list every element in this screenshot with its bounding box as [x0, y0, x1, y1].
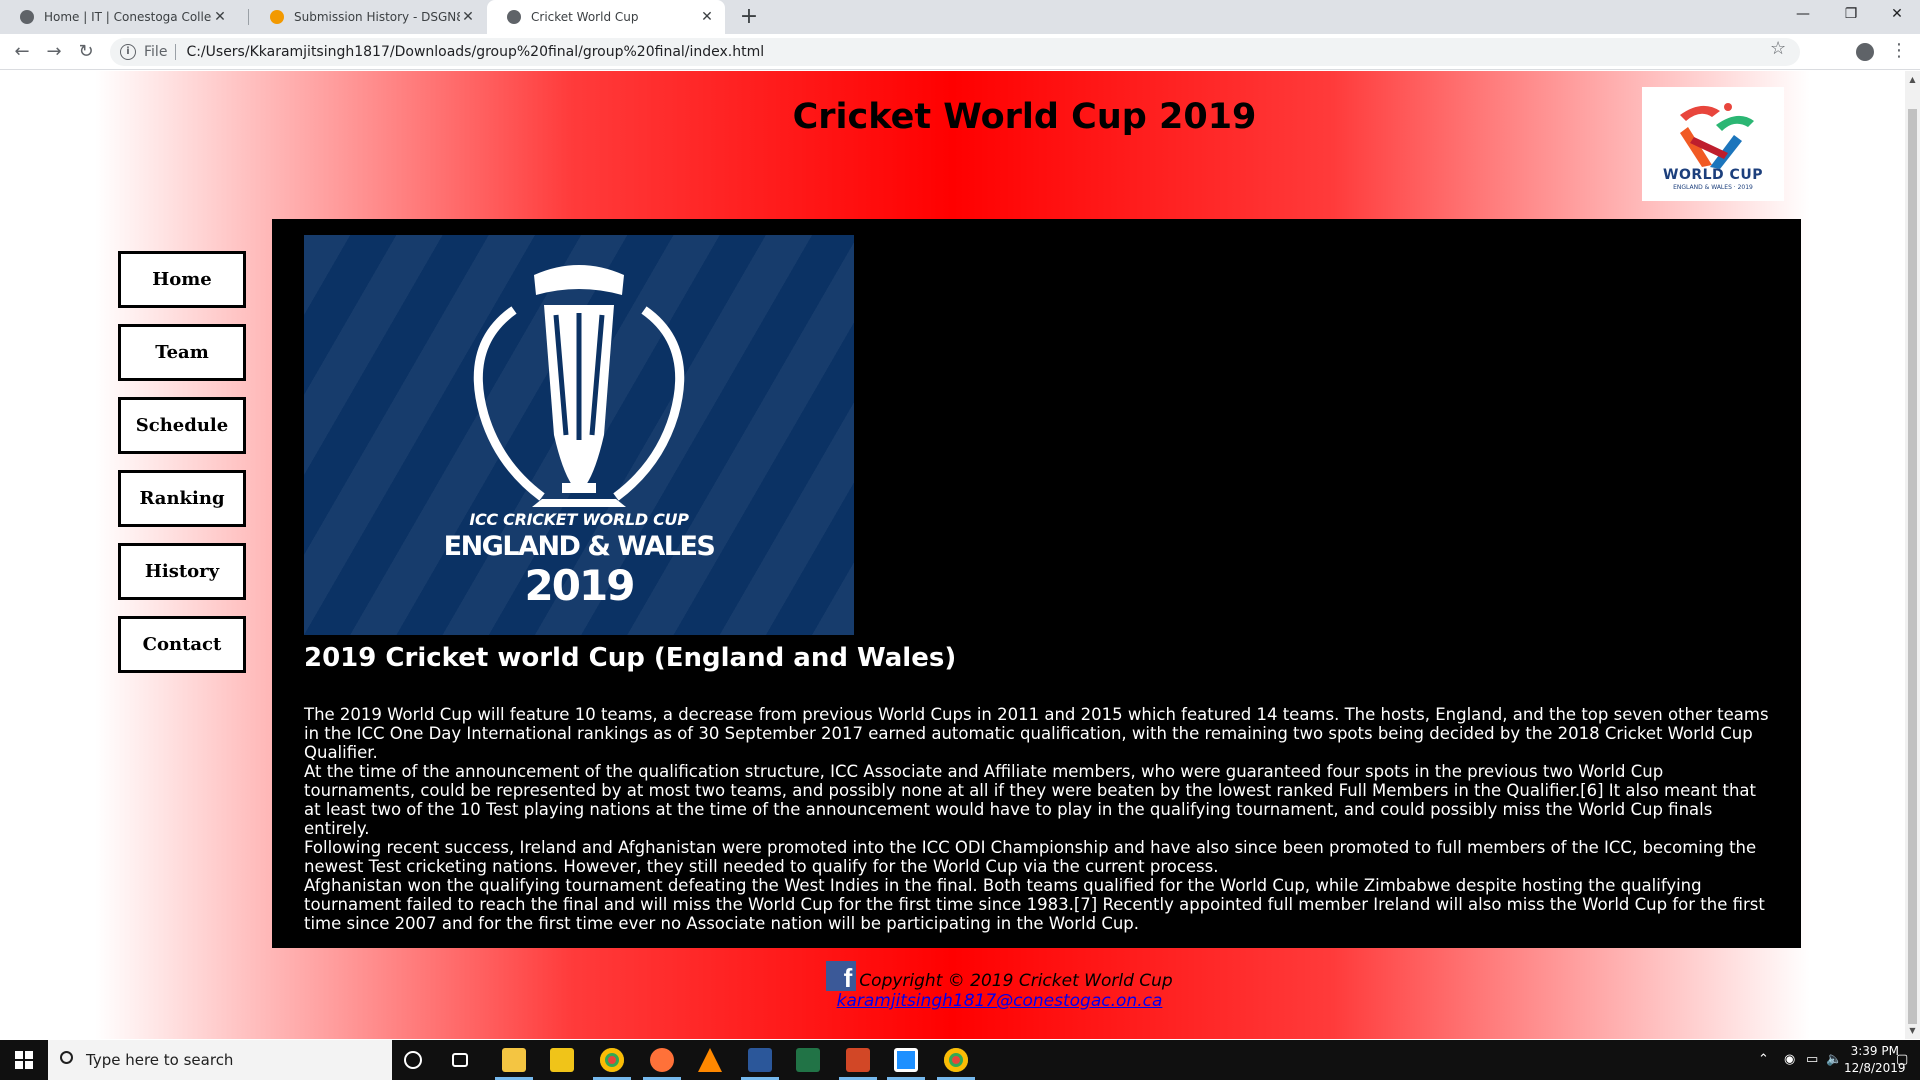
main-content: ICC CRICKET WORLD CUP ENGLAND & WALES 20… — [272, 219, 1801, 948]
paragraph: Afghanistan won the qualifying tournamen… — [304, 876, 1765, 933]
search-placeholder: Type here to search — [86, 1051, 234, 1069]
windows-logo-icon — [15, 1051, 33, 1069]
word-icon[interactable] — [748, 1048, 772, 1072]
copyright-text: Copyright © 2019 Cricket World Cup — [859, 971, 1173, 991]
bookmark-star-icon[interactable]: ☆ — [1770, 38, 1786, 59]
firefox-icon[interactable] — [650, 1048, 674, 1072]
reload-icon[interactable]: ↻ — [74, 40, 98, 64]
page-viewport: Cricket World Cup 2019 WORLD CUP ENGLAND… — [0, 71, 1905, 1039]
hero-caption-year: 2019 — [524, 561, 636, 610]
contact-email-link[interactable]: karamjitsingh1817@conestogac.on.ca — [837, 991, 1163, 1011]
browser-toolbar: ← → ↻ i File C:/Users/Kkaramjitsingh1817… — [0, 34, 1920, 70]
scroll-down-icon[interactable]: ▼ — [1908, 1026, 1917, 1035]
chrome-icon[interactable] — [944, 1048, 968, 1072]
paragraph: The 2019 World Cup will feature 10 teams… — [304, 705, 1769, 762]
new-tab-button[interactable]: + — [736, 4, 762, 29]
page-title: Cricket World Cup 2019 — [792, 97, 1257, 137]
sticky-notes-icon[interactable] — [550, 1048, 574, 1072]
paragraph: At the time of the announcement of the q… — [304, 762, 1757, 838]
tab-title: Submission History - DSGN8230 — [294, 10, 460, 24]
content-body: The 2019 World Cup will feature 10 teams… — [304, 705, 1774, 933]
globe-icon — [20, 10, 34, 24]
scrollbar-thumb[interactable] — [1908, 109, 1917, 1024]
chrome-icon[interactable] — [600, 1048, 624, 1072]
hero-caption-line1: ICC CRICKET WORLD CUP — [469, 510, 689, 529]
address-bar[interactable]: i File C:/Users/Kkaramjitsingh1817/Downl… — [110, 38, 1800, 66]
divider — [175, 44, 177, 60]
minimize-icon[interactable]: — — [1780, 0, 1826, 30]
nav-home-button[interactable]: Home — [118, 251, 246, 308]
info-icon[interactable]: i — [120, 44, 136, 60]
close-icon[interactable]: ✕ — [699, 9, 715, 25]
app-icon[interactable] — [894, 1048, 918, 1072]
cortana-icon[interactable] — [404, 1051, 422, 1069]
vlc-icon[interactable] — [698, 1048, 722, 1072]
address-scheme: File — [144, 44, 168, 60]
logo-text: WORLD CUP — [1663, 167, 1763, 183]
search-icon — [60, 1051, 73, 1064]
close-window-icon[interactable]: ✕ — [1874, 0, 1920, 30]
tray-chevron-icon[interactable]: ⌃ — [1758, 1040, 1769, 1080]
tray-app-icon[interactable]: ◉ — [1784, 1040, 1795, 1080]
nav-schedule-button[interactable]: Schedule — [118, 397, 246, 454]
nav-contact-button[interactable]: Contact — [118, 616, 246, 673]
content-heading: 2019 Cricket world Cup (England and Wale… — [304, 643, 957, 673]
notifications-icon[interactable]: ▢ — [1896, 1040, 1908, 1080]
footer-copyright-line: f Copyright © 2019 Cricket World Cup — [826, 961, 1173, 993]
tab-submission-history[interactable]: Submission History - DSGN8230 ✕ — [250, 0, 486, 34]
page-footer: f Copyright © 2019 Cricket World Cup kar… — [47, 961, 1905, 1011]
profile-avatar-icon[interactable] — [1856, 43, 1874, 61]
hero-caption-line2: ENGLAND & WALES — [443, 531, 716, 562]
page-scrollbar[interactable]: ▲ ▼ — [1905, 71, 1920, 1039]
windows-taskbar: Type here to search ⌃ ◉ ▭ 🔈 3:39 PM 12/8… — [0, 1040, 1920, 1080]
url-text[interactable]: C:/Users/Kkaramjitsingh1817/Downloads/gr… — [186, 44, 764, 60]
world-cup-logo: WORLD CUP ENGLAND & WALES · 2019 — [1642, 87, 1784, 201]
start-button[interactable] — [0, 1040, 48, 1080]
brightspace-icon — [270, 10, 284, 24]
taskbar-search-box[interactable]: Type here to search — [48, 1040, 392, 1080]
network-icon[interactable]: ▭ — [1806, 1040, 1818, 1080]
restore-icon[interactable]: ❐ — [1828, 0, 1874, 30]
facebook-icon[interactable]: f — [826, 961, 857, 993]
close-icon[interactable]: ✕ — [212, 9, 228, 25]
excel-icon[interactable] — [796, 1048, 820, 1072]
logo-subtext: ENGLAND & WALES · 2019 — [1673, 184, 1753, 191]
close-icon[interactable]: ✕ — [460, 9, 476, 25]
tab-cricket-world-cup[interactable]: Cricket World Cup ✕ — [487, 0, 725, 34]
forward-icon[interactable]: → — [42, 40, 66, 64]
hero-image: ICC CRICKET WORLD CUP ENGLAND & WALES 20… — [304, 235, 854, 635]
volume-icon[interactable]: 🔈 — [1826, 1040, 1842, 1080]
task-view-icon[interactable] — [452, 1053, 468, 1067]
side-navigation: Home Team Schedule Ranking History Conta… — [118, 251, 246, 689]
tab-title: Home | IT | Conestoga College — [44, 10, 212, 24]
scroll-up-icon[interactable]: ▲ — [1908, 75, 1917, 84]
globe-icon — [507, 10, 521, 24]
file-explorer-icon[interactable] — [502, 1048, 526, 1072]
tab-strip: Home | IT | Conestoga College ✕ Submissi… — [0, 0, 1920, 34]
tab-conestoga[interactable]: Home | IT | Conestoga College ✕ — [0, 0, 238, 34]
menu-kebab-icon[interactable]: ⋮ — [1890, 40, 1908, 61]
powerpoint-icon[interactable] — [846, 1048, 870, 1072]
tab-title: Cricket World Cup — [531, 10, 639, 24]
nav-ranking-button[interactable]: Ranking — [118, 470, 246, 527]
nav-history-button[interactable]: History — [118, 543, 246, 600]
back-icon[interactable]: ← — [10, 40, 34, 64]
nav-team-button[interactable]: Team — [118, 324, 246, 381]
paragraph: Following recent success, Ireland and Af… — [304, 838, 1757, 876]
